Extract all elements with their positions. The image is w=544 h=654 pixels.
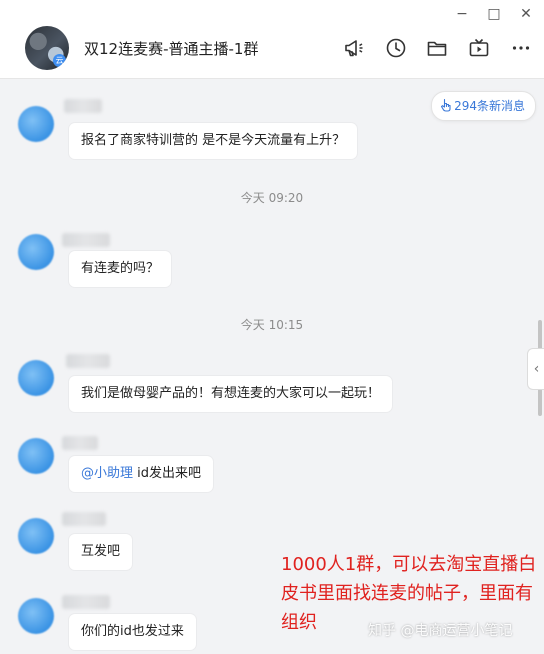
group-avatar[interactable]: 云 — [25, 26, 69, 70]
sender-name-blurred — [62, 436, 98, 450]
close-button[interactable]: ✕ — [516, 4, 536, 24]
pointer-hand-icon — [441, 98, 451, 112]
chat-header: − □ ✕ 云 双12连麦赛-普通主播-1群 — [0, 0, 544, 79]
new-messages-label: 294条新消息 — [454, 99, 525, 113]
chat-title: 双12连麦赛-普通主播-1群 — [84, 40, 259, 58]
timestamp: 今天 10:15 — [240, 318, 304, 332]
message-bubble[interactable]: @小助理 id发出来吧 — [69, 456, 214, 492]
minimize-button[interactable]: − — [452, 4, 472, 24]
sender-avatar[interactable] — [18, 438, 54, 474]
message-bubble[interactable]: 我们是做母婴产品的！有想连麦的大家可以一起玩！ — [69, 376, 393, 412]
sender-avatar[interactable] — [18, 234, 54, 270]
watermark: 知乎 @电商运营小笔记 — [368, 623, 513, 639]
message-bubble[interactable]: 报名了商家特训营的 是不是今天流量有上升？ — [69, 123, 358, 159]
mention-link[interactable]: @小助理 — [81, 466, 133, 481]
maximize-button[interactable]: □ — [484, 4, 504, 24]
announcement-icon[interactable] — [342, 36, 366, 60]
new-messages-button[interactable]: 294条新消息 — [431, 91, 536, 121]
live-video-icon[interactable] — [467, 36, 491, 60]
sender-name-blurred — [62, 233, 110, 247]
sender-avatar[interactable] — [18, 106, 54, 142]
sender-name-blurred — [66, 354, 110, 368]
more-menu-icon[interactable] — [509, 36, 533, 60]
sender-name-blurred — [62, 512, 106, 526]
group-avatar-badge: 云 — [53, 54, 66, 67]
sender-avatar[interactable] — [18, 598, 54, 634]
message-bubble[interactable]: 你们的id也发过来 — [69, 614, 196, 650]
side-panel-toggle[interactable]: ‹ — [527, 348, 544, 390]
message-text: id发出来吧 — [133, 466, 202, 481]
sender-avatar[interactable] — [18, 360, 54, 396]
sender-avatar[interactable] — [18, 518, 54, 554]
sender-name-blurred — [62, 595, 110, 609]
message-bubble[interactable]: 有连麦的吗？ — [69, 251, 172, 287]
sender-name-blurred — [64, 99, 102, 113]
message-bubble[interactable]: 互发吧 — [69, 534, 133, 570]
history-icon[interactable] — [384, 36, 408, 60]
timestamp: 今天 09:20 — [240, 191, 304, 205]
folder-icon[interactable] — [425, 36, 449, 60]
